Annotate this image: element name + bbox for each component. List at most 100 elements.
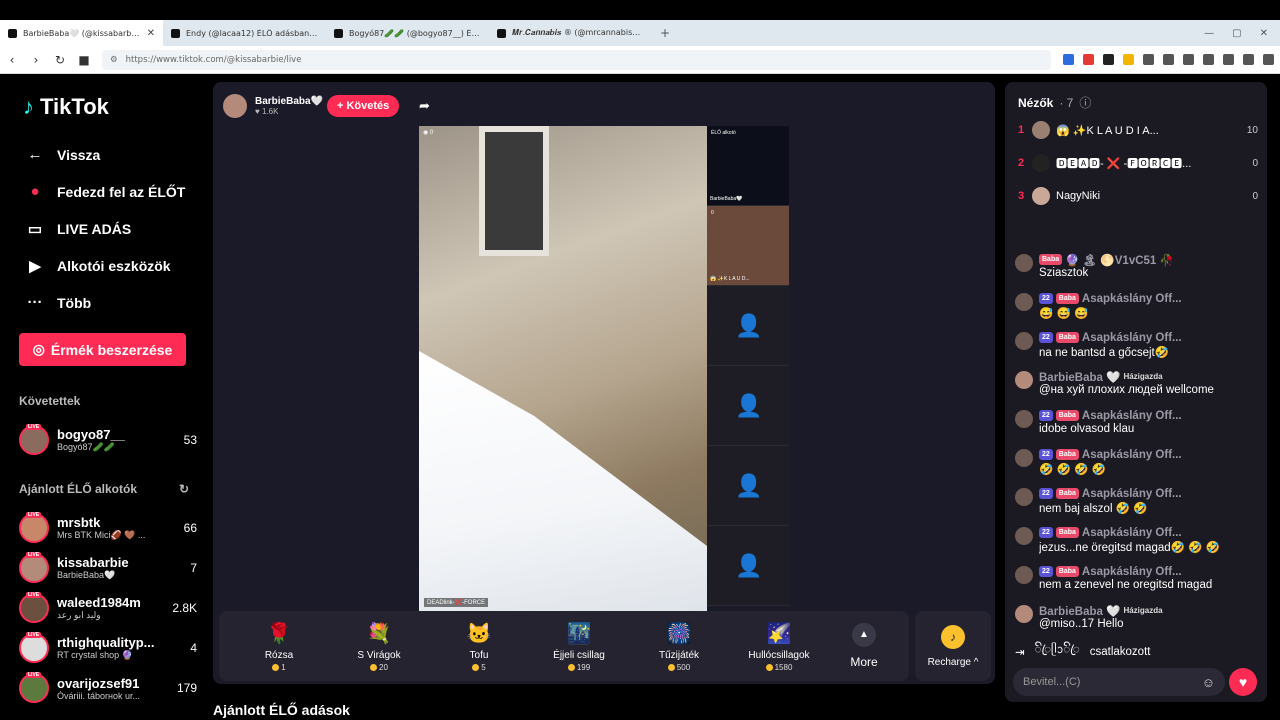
share-icon[interactable]: ➦: [419, 98, 430, 114]
nav-explore-live[interactable]: ● Fedezd fel az ÉLŐT: [19, 173, 197, 210]
like-heart-button[interactable]: ♥: [1229, 668, 1257, 696]
browser-tab[interactable]: 𝑴𝒓.𝑪𝒂𝒏𝒏𝒂𝒃𝒊𝒔 ® (@mrcannabis_)...: [489, 20, 652, 46]
avatar: LIVE: [19, 632, 49, 663]
chat-text: Sziasztok: [1039, 267, 1089, 279]
extension-icon[interactable]: [1103, 54, 1114, 65]
nav-back[interactable]: ← Vissza: [19, 136, 197, 173]
wallet-icon[interactable]: [1243, 54, 1254, 65]
nav-more[interactable]: ··· Több: [19, 284, 197, 321]
extension-icon[interactable]: [1143, 54, 1154, 65]
chat-message[interactable]: 22 Baba Asapkáslány Off... 🤣 🤣 🤣 🤣: [1015, 447, 1260, 483]
host-info[interactable]: BarbieBaba🤍 ♥ 1.6K: [223, 94, 323, 118]
get-coins-button[interactable]: ◎ Érmék beszerzése: [19, 333, 186, 366]
logo-text: TikTok: [40, 94, 109, 119]
gift-item[interactable]: 🌹 Rózsa 1: [229, 620, 329, 672]
gift-item[interactable]: 🐱 Tofu 5: [429, 620, 529, 672]
account-name: kissabarbie: [57, 555, 129, 570]
level-badge: 22: [1039, 527, 1053, 538]
chat-message[interactable]: BarbieBaba 🤍 Házigazda @на хуй плохих люде…: [1015, 369, 1260, 405]
guest-slot[interactable]: ÉLŐ alkotó BarbieBaba🤍: [707, 126, 789, 206]
browser-tab[interactable]: BarbieBaba🤍 (@kissabarbie... ✕: [0, 20, 163, 46]
extension-icon[interactable]: [1123, 54, 1134, 65]
refresh-icon[interactable]: ↻: [179, 482, 189, 496]
back-icon[interactable]: ‹: [6, 53, 18, 67]
sidebar-icon[interactable]: [1223, 54, 1234, 65]
close-tab-icon[interactable]: ✕: [147, 28, 155, 39]
recharge-button[interactable]: ♪ Recharge ^: [915, 611, 991, 681]
translate-extension-icon[interactable]: [1063, 54, 1074, 65]
nav-label: Alkotói eszközök: [57, 257, 171, 274]
browser-tab[interactable]: Bogyó87🥒🥒 (@bogyo87__) ÉLŐ a...: [326, 20, 489, 46]
minimize-icon[interactable]: —: [1204, 28, 1214, 39]
live-video[interactable]: ◉ 0 DEADlink-❌-FORCE: [419, 126, 707, 611]
recommended-account[interactable]: LIVE mrsbtk Mrs BTK Mici🏈 🤎 ... 66: [19, 508, 197, 548]
site-settings-icon[interactable]: ⚙: [110, 55, 118, 65]
reload-icon[interactable]: ↻: [54, 53, 66, 67]
tiktok-logo[interactable]: ♪ TikTok: [23, 94, 197, 120]
recommended-account[interactable]: LIVE ovarijozsef91 Óváriii. táborнok ur...…: [19, 668, 197, 708]
empty-guest-slot[interactable]: 👤: [707, 446, 789, 526]
empty-guest-slot[interactable]: 👤: [707, 286, 789, 366]
viewer-row[interactable]: 3 NagyNiki 0: [1018, 186, 1258, 206]
hls-extension-icon[interactable]: [1083, 54, 1094, 65]
empty-guest-slot[interactable]: 👤: [707, 366, 789, 446]
more-gifts-button[interactable]: ▲ More: [829, 623, 899, 669]
avatar: [1032, 121, 1050, 139]
gift-name: Hullócsillagok: [748, 650, 810, 661]
chat-message[interactable]: 22 Baba Asapkáslány Off... 😅 😅 😅: [1015, 291, 1260, 327]
gift-price: 1580: [774, 663, 793, 672]
account-nickname: Óváriii. táborнok ur...: [57, 690, 140, 701]
browser-tab[interactable]: Endy (@lacaa12) ÉLŐ adásban van – ...: [163, 20, 326, 46]
url-field[interactable]: ⚙ https://www.tiktok.com/@kissabarbie/liv…: [102, 49, 1051, 70]
viewer-row[interactable]: 2 🅳🅴🅰🅳- ❌ -🅵🅾🆁🅲🅴... 0: [1018, 153, 1258, 173]
close-window-icon[interactable]: ✕: [1260, 28, 1268, 39]
chat-input[interactable]: Bevitel...(C) ☺: [1013, 668, 1225, 696]
chat-message[interactable]: 22 Baba Asapkáslány Off... jezus...ne öregi…: [1015, 525, 1260, 561]
empty-guest-slot[interactable]: 👤: [707, 526, 789, 606]
emoji-icon[interactable]: ☺: [1202, 675, 1215, 690]
viewer-score: 0: [1252, 190, 1258, 202]
recommended-header: Ajánlott ÉLŐ alkotók ↻: [19, 482, 197, 496]
gift-price: 20: [379, 663, 388, 672]
chat-message[interactable]: 22 Baba Asapkáslány Off... nem a zenevel ne…: [1015, 564, 1260, 600]
tab-title: BarbieBaba🤍 (@kissabarbie...: [23, 28, 141, 38]
gift-item[interactable]: 🎆 Tűzijáték 500: [629, 620, 729, 672]
chat-message[interactable]: BarbieBaba 🤍 Házigazda @miso..17 Hello: [1015, 603, 1260, 639]
extension-icon[interactable]: [1163, 54, 1174, 65]
following-header: Követettek: [19, 394, 197, 408]
following-account[interactable]: LIVE bogyo87__ Bogyó87🥒🥒 53: [19, 420, 197, 460]
live-badge: LIVE: [26, 592, 42, 598]
nav-live-studio[interactable]: ▭ LIVE ADÁS: [19, 210, 197, 247]
person-icon: 👤: [735, 392, 763, 418]
chat-message[interactable]: 22 Baba Asapkáslány Off... idobe olvasod kl…: [1015, 408, 1260, 444]
nav-creator-tools[interactable]: ▶ Alkotói eszközök: [19, 247, 197, 284]
viewers-count: · 7: [1059, 95, 1074, 110]
bookmark-icon[interactable]: ■: [78, 53, 90, 67]
gift-item[interactable]: 💐 S Virágok 20: [329, 620, 429, 672]
download-icon[interactable]: [1183, 54, 1194, 65]
info-icon[interactable]: ⓘ: [1079, 94, 1091, 111]
chat-message[interactable]: Baba 🔮 🏝 🌕V1vC51 🥀 Sziasztok: [1015, 252, 1260, 288]
more-dots-icon: ···: [27, 294, 43, 311]
recommended-account[interactable]: LIVE waleed1984m وليد ابو رعد 2.8K: [19, 588, 197, 628]
follow-button[interactable]: + Követés: [327, 95, 400, 117]
gift-item[interactable]: 🌃 Éjjeli csillag 199: [529, 620, 629, 672]
tab-title: Endy (@lacaa12) ÉLŐ adásban van – ...: [186, 28, 318, 38]
maximize-icon[interactable]: ▢: [1232, 28, 1241, 39]
new-tab-button[interactable]: +: [652, 26, 678, 40]
chat-message[interactable]: 22 Baba Asapkáslány Off... na ne bantsd a g…: [1015, 330, 1260, 366]
avatar: [1015, 410, 1033, 428]
chat-list: Baba 🔮 🏝 🌕V1vC51 🥀 Sziasztok 22 Baba Asapkás…: [1015, 252, 1260, 662]
level-badge: 22: [1039, 332, 1053, 343]
gift-item[interactable]: 🌠 Hullócsillagok 1580: [729, 620, 829, 672]
menu-icon[interactable]: [1263, 54, 1274, 65]
chat-message[interactable]: 22 Baba Asapkáslány Off... nem baj alszol 🤣…: [1015, 486, 1260, 522]
guest-slot[interactable]: 0 😱 ✨K L A U D...: [707, 206, 789, 286]
forward-icon[interactable]: ›: [30, 53, 42, 67]
viewer-row[interactable]: 1 😱 ✨K L A U D I A... 10: [1018, 120, 1258, 140]
recommended-account[interactable]: LIVE kissabarbie BarbieBaba🤍 7: [19, 548, 197, 588]
gift-price: 5: [481, 663, 486, 672]
media-icon[interactable]: [1203, 54, 1214, 65]
recommended-account[interactable]: LIVE rthighqualityp... RT crystal shop 🔮 4: [19, 628, 197, 668]
person-icon: 👤: [735, 312, 763, 338]
